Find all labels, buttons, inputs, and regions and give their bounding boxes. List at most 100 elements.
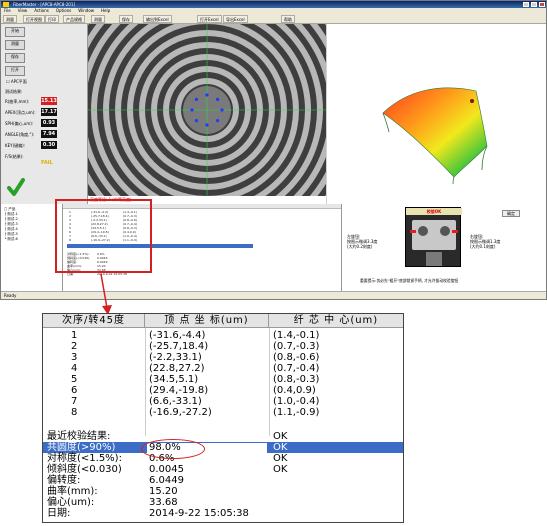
menu-item[interactable]: Help bbox=[101, 8, 110, 13]
toolbar-button[interactable]: 保存 bbox=[119, 15, 133, 23]
close-button[interactable] bbox=[539, 2, 545, 7]
minimize-button[interactable] bbox=[523, 2, 529, 7]
summary-label: 倾斜度(<0.030) bbox=[47, 464, 122, 475]
header-apex: 顶 点 坐 标(um) bbox=[145, 314, 269, 328]
summary-row: 日期: 2014-9-22 15:05:38 bbox=[43, 508, 403, 519]
cell-apex: (-25.7,18.4) bbox=[149, 341, 209, 352]
cell-apex: (-31.6,-4.4) bbox=[149, 330, 206, 341]
summary-value: 2014-9-22 15:05:38 bbox=[149, 508, 249, 519]
callout-arrow bbox=[100, 273, 112, 315]
toolbar-button[interactable]: 打开视图 bbox=[23, 15, 45, 23]
highlight-oval bbox=[141, 439, 205, 459]
menu-item[interactable]: Window bbox=[78, 8, 94, 13]
result-label: SPH(偏心,um): bbox=[5, 121, 34, 126]
toolbar-button[interactable]: 测量 bbox=[3, 15, 17, 23]
app-icon bbox=[3, 2, 9, 7]
result-value: 0.30 bbox=[41, 141, 57, 149]
apex-point bbox=[216, 119, 220, 123]
apex-point bbox=[205, 123, 209, 127]
save-button[interactable]: 保存 bbox=[5, 53, 25, 63]
summary-row: 倾斜度(<0.030) 0.0045 OK bbox=[43, 464, 403, 475]
right-knob-line: (大约0.1刻度) bbox=[470, 244, 496, 249]
table-row: 8 (-16.9,-27.2) (1.1,-0.9) bbox=[43, 407, 403, 418]
summary-label: 最近校验结果: bbox=[47, 431, 111, 442]
cell-order: 1 bbox=[71, 330, 78, 341]
summary-row: 偏转度: 6.0449 bbox=[43, 475, 403, 486]
cell-order: 2 bbox=[71, 341, 78, 352]
toolbar-button[interactable]: 导出Excel bbox=[223, 15, 248, 23]
summary-label: 共圆度(>90%) bbox=[47, 442, 116, 453]
menu-item[interactable]: Options bbox=[56, 8, 71, 13]
calibration-guide: 校验OK 左旋钮: 按图示微调3.3度 (大约0.2刻度) 右旋钮: 按图示微调1.3… bbox=[341, 204, 546, 291]
cell-order: 6 bbox=[71, 385, 78, 396]
right-knob-text: 右旋钮: 按图示微调1.3度 (大约0.1刻度) bbox=[470, 234, 500, 249]
result-value: 0.93 bbox=[41, 119, 57, 127]
interferometer-view[interactable] bbox=[88, 24, 326, 196]
measurement-panel: 开始 测量 保存 打开 ☐ APC平面 测试结果: R(曲率,mm): 15.13… bbox=[1, 24, 88, 204]
product-tree: □ 产品 ├ 测试-1 ├ 测试-2 ├ 测试-3 ├ 测试-4 ├ 测试-5 … bbox=[1, 204, 63, 291]
toolbar-button[interactable]: 产品规格 bbox=[63, 15, 85, 23]
left-arrow-icon bbox=[410, 230, 416, 233]
summary-value: 15.20 bbox=[149, 486, 178, 497]
result-value: 17.17 bbox=[41, 108, 57, 116]
table-row: 2 (-25.7,18.4) (0.7,-0.3) bbox=[43, 341, 403, 352]
result-value: 7.94 bbox=[41, 130, 57, 138]
cell-order: 7 bbox=[71, 396, 78, 407]
menu-item[interactable]: Actions bbox=[34, 8, 49, 13]
right-arrow-icon bbox=[452, 230, 458, 233]
summary-value: 6.0449 bbox=[149, 475, 184, 486]
apex-point bbox=[220, 108, 224, 112]
figure: FiberMaster - [APC8-APC8-201] File View Ac… bbox=[0, 0, 547, 526]
cell-core: (0.8,-0.3) bbox=[273, 374, 320, 385]
toolbar-button[interactable]: 测量 bbox=[91, 15, 105, 23]
apex-marker bbox=[470, 99, 474, 103]
cell-apex: (6.6,-33.1) bbox=[149, 396, 202, 407]
apc-checkbox[interactable]: ☐ APC平面 bbox=[6, 79, 27, 85]
summary-row: 曲率(mm): 15.20 bbox=[43, 486, 403, 497]
summary-row: 共圆度(>90%) 98.0% OK bbox=[43, 442, 403, 453]
ok-label: 校验OK bbox=[406, 208, 462, 215]
cell-core: (1.4,-0.1) bbox=[273, 330, 320, 341]
table-row: 5 (34.5,5.1) (0.8,-0.3) bbox=[43, 374, 403, 385]
cell-apex: (22.8,27.2) bbox=[149, 363, 205, 374]
cell-core: (1.1,-0.9) bbox=[273, 407, 320, 418]
table-row: 3 (-2.2,33.1) (0.8,-0.6) bbox=[43, 352, 403, 363]
status-bar: Ready bbox=[1, 291, 546, 299]
header-order: 次序/转45度 bbox=[43, 314, 145, 328]
summary-row: 对称度(<1.5%): 0.6% OK bbox=[43, 453, 403, 464]
menu-item[interactable]: File bbox=[4, 8, 11, 13]
cell-core: (1.0,-0.4) bbox=[273, 396, 320, 407]
measure-button[interactable]: 测量 bbox=[5, 40, 25, 50]
cell-apex: (-2.2,33.1) bbox=[149, 352, 202, 363]
start-button[interactable]: 开始 bbox=[5, 27, 25, 37]
tree-item[interactable]: └ 测试-6 bbox=[4, 237, 18, 242]
result-value: 15.13 bbox=[41, 97, 57, 105]
result-label: KEY(键偏): bbox=[5, 143, 26, 148]
cell-core: (0.8,-0.6) bbox=[273, 352, 320, 363]
maximize-button[interactable] bbox=[531, 2, 537, 7]
toolbar-button[interactable]: 帮助 bbox=[281, 15, 295, 23]
toolbar-button[interactable]: 输出到Excel bbox=[143, 15, 172, 23]
summary-value: 0.0045 bbox=[149, 464, 184, 475]
menu-item[interactable]: View bbox=[18, 8, 28, 13]
cell-order: 3 bbox=[71, 352, 78, 363]
table-row: 7 (6.6,-33.1) (1.0,-0.4) bbox=[43, 396, 403, 407]
summary-status: OK bbox=[273, 453, 288, 464]
confirm-button[interactable]: 确定 bbox=[502, 210, 520, 217]
cell-order: 5 bbox=[71, 374, 78, 385]
result-label: ANGLE(角度,°): bbox=[5, 132, 35, 137]
summary-status: OK bbox=[273, 431, 288, 442]
open-button[interactable]: 打开 bbox=[5, 66, 25, 76]
apex-point bbox=[216, 97, 220, 101]
surface-3d-view[interactable] bbox=[327, 24, 546, 204]
toolbar: 测量 打开视图 打印 产品规格 测量 保存 输出到Excel 打开Excel 导出Excel 帮助 bbox=[1, 14, 546, 24]
summary-label: 对称度(<1.5%): bbox=[47, 453, 122, 464]
table-row: 4 (22.8,27.2) (0.7,-0.4) bbox=[43, 363, 403, 374]
window-title: FiberMaster - [APC8-APC8-201] bbox=[13, 2, 75, 7]
summary-label: 偏心(um): bbox=[47, 497, 95, 508]
toolbar-button[interactable]: 打印 bbox=[45, 15, 59, 23]
cell-order: 4 bbox=[71, 363, 78, 374]
cell-apex: (-16.9,-27.2) bbox=[149, 407, 212, 418]
summary-label: 日期: bbox=[47, 508, 71, 519]
toolbar-button[interactable]: 打开Excel bbox=[197, 15, 222, 23]
